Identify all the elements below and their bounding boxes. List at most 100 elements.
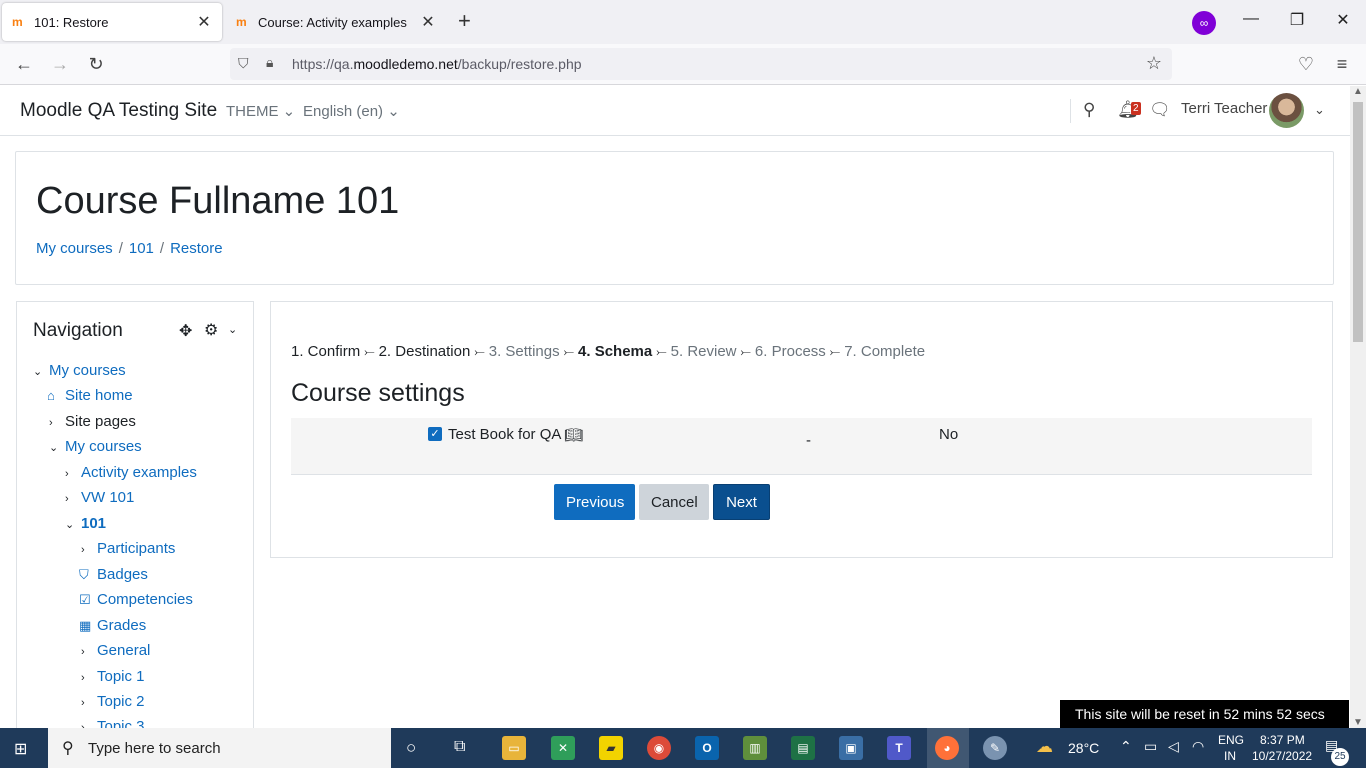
scroll-down-icon[interactable]: ▼ <box>1353 717 1363 728</box>
close-tab-icon[interactable]: ✕ <box>196 12 212 32</box>
back-icon[interactable]: ← <box>12 53 36 75</box>
teams-icon[interactable]: T <box>887 736 911 760</box>
chevron-right-icon[interactable]: › <box>65 493 81 505</box>
paint-icon[interactable]: ✎ <box>983 736 1007 760</box>
temperature[interactable]: 28°C <box>1068 740 1099 756</box>
chrome-icon[interactable]: ◉ <box>647 736 671 760</box>
nav-badges[interactable]: ⛉ Badges <box>79 566 148 583</box>
windows-start-icon[interactable]: ⊞ <box>14 739 27 759</box>
clock-date[interactable]: 10/27/2022 <box>1252 749 1312 763</box>
url-text[interactable]: https://qa.moodledemo.net/backup/restore… <box>292 56 582 72</box>
breadcrumb: My courses / 101 / Restore <box>36 240 223 257</box>
reset-countdown-banner: This site will be reset in 52 mins 52 se… <box>1060 700 1349 729</box>
chevron-down-icon[interactable]: ⌄ <box>49 441 65 454</box>
close-window-icon[interactable]: ✕ <box>1333 10 1353 30</box>
breadcrumb-restore[interactable]: Restore <box>170 240 223 257</box>
outlook-icon[interactable]: O <box>695 736 719 760</box>
page-scrollbar[interactable]: ▲ ▼ <box>1350 86 1366 728</box>
site-name[interactable]: Moodle QA Testing Site <box>20 100 217 122</box>
language-menu[interactable]: English (en) ⌄ <box>303 102 400 120</box>
avatar[interactable] <box>1269 93 1304 128</box>
nav-topic-1[interactable]: › Topic 1 <box>81 668 145 685</box>
taskbar-search-input[interactable]: ⚲ Type here to search <box>48 728 391 768</box>
nav-my-courses-sub[interactable]: ⌄ My courses <box>49 438 142 455</box>
activity-label[interactable]: Test Book for QA <box>448 426 561 443</box>
chevron-down-icon[interactable]: ⌄ <box>1314 102 1325 118</box>
cancel-button[interactable]: Cancel <box>639 484 709 520</box>
bookmark-star-icon[interactable]: ☆ <box>1146 53 1162 74</box>
nav-vw-101[interactable]: › VW 101 <box>65 489 134 506</box>
tab-activity-examples[interactable]: m Course: Activity examples ✕ <box>226 3 446 41</box>
minimize-icon[interactable]: — <box>1241 10 1261 28</box>
chevron-down-icon[interactable]: ⌄ <box>65 518 81 531</box>
moodle-favicon-icon: m <box>236 15 247 29</box>
user-name[interactable]: Terri Teacher <box>1181 100 1267 117</box>
tracking-shield-icon[interactable]: ⛉ <box>238 55 249 72</box>
gear-icon[interactable]: ⚙ <box>204 320 218 340</box>
chevron-right-icon[interactable]: › <box>49 417 65 429</box>
task-view-icon[interactable]: ⧉ <box>454 738 465 756</box>
wifi-icon[interactable]: ◠ <box>1192 738 1204 755</box>
chevron-right-icon[interactable]: › <box>81 672 97 684</box>
app-icon[interactable]: ▥ <box>743 736 767 760</box>
restore-window-icon[interactable]: ❐ <box>1287 10 1307 30</box>
lock-icon[interactable]: 🔒︎ <box>266 54 273 71</box>
nav-grades[interactable]: ▦ Grades <box>79 617 146 634</box>
nav-my-courses[interactable]: ⌄ My courses <box>33 362 126 379</box>
battery-icon[interactable]: ▭ <box>1144 738 1157 755</box>
volume-icon[interactable]: ◁ <box>1168 738 1179 755</box>
chevron-right-icon[interactable]: › <box>81 697 97 709</box>
scrollbar-thumb[interactable] <box>1353 102 1363 342</box>
previous-button[interactable]: Previous <box>554 484 635 520</box>
clock-time[interactable]: 8:37 PM <box>1260 733 1305 747</box>
next-button[interactable]: Next <box>713 484 770 520</box>
chevron-down-icon: ⌄ <box>387 103 400 120</box>
nav-activity-examples[interactable]: › Activity examples <box>65 464 197 481</box>
reload-icon[interactable]: ↻ <box>84 53 108 75</box>
breadcrumb-my-courses[interactable]: My courses <box>36 240 113 257</box>
nav-general[interactable]: › General <box>81 642 150 659</box>
chevron-up-icon[interactable]: ⌃ <box>1120 738 1132 755</box>
moodle-favicon-icon: m <box>12 15 23 29</box>
notification-count-badge: 25 <box>1331 748 1349 766</box>
nav-site-home[interactable]: ⌂ Site home <box>47 387 133 404</box>
scroll-up-icon[interactable]: ▲ <box>1353 86 1363 97</box>
breadcrumb-101[interactable]: 101 <box>129 240 154 257</box>
pocket-icon[interactable]: ♡ <box>1294 53 1318 75</box>
step-arrow-icon: ⤚ <box>829 344 841 359</box>
step-arrow-icon: ⤚ <box>474 344 485 359</box>
weather-icon[interactable]: ☁ <box>1036 737 1053 757</box>
chevron-down-icon[interactable]: ⌄ <box>228 323 237 336</box>
url-bar[interactable]: ⛉ 🔒︎ https://qa.moodledemo.net/backup/re… <box>230 48 1172 80</box>
nav-topic-2[interactable]: › Topic 2 <box>81 693 145 710</box>
chevron-right-icon[interactable]: › <box>81 646 97 658</box>
book-icon: 📖︎ <box>564 427 584 444</box>
cortana-icon[interactable]: ○ <box>406 738 416 758</box>
include-activity-checkbox[interactable]: ✓ <box>428 427 442 441</box>
chevron-down-icon[interactable]: ⌄ <box>33 365 49 378</box>
menu-icon[interactable]: ≡ <box>1330 53 1354 75</box>
new-tab-icon[interactable]: + <box>458 10 471 32</box>
theme-menu[interactable]: THEME ⌄ <box>226 102 295 120</box>
nav-participants[interactable]: › Participants <box>81 540 175 557</box>
excel-icon[interactable]: ▤ <box>791 736 815 760</box>
file-explorer-icon[interactable]: ▭ <box>502 736 526 760</box>
sticky-notes-icon[interactable]: ▰ <box>599 736 623 760</box>
messages-icon[interactable]: 🗨︎ <box>1149 100 1171 120</box>
chevron-right-icon[interactable]: › <box>65 468 81 480</box>
forward-icon[interactable]: → <box>48 53 72 75</box>
app-icon[interactable]: ▣ <box>839 736 863 760</box>
tab-restore[interactable]: m 101: Restore ✕ <box>2 3 222 41</box>
app-icon[interactable]: ✕ <box>551 736 575 760</box>
chevron-right-icon[interactable]: › <box>81 544 97 556</box>
search-icon[interactable]: ⚲ <box>1083 100 1095 120</box>
close-tab-icon[interactable]: ✕ <box>420 12 436 32</box>
step-process: 6. Process <box>754 343 826 360</box>
nav-course-101[interactable]: ⌄ 101 <box>65 515 106 532</box>
nav-competencies[interactable]: ☑ Competencies <box>79 591 193 608</box>
firefox-icon[interactable]: ◕ <box>935 736 959 760</box>
move-icon[interactable]: ✥ <box>179 321 192 341</box>
input-region[interactable]: IN <box>1224 749 1236 763</box>
input-language[interactable]: ENG <box>1218 733 1244 747</box>
nav-site-pages[interactable]: › Site pages <box>49 413 136 430</box>
